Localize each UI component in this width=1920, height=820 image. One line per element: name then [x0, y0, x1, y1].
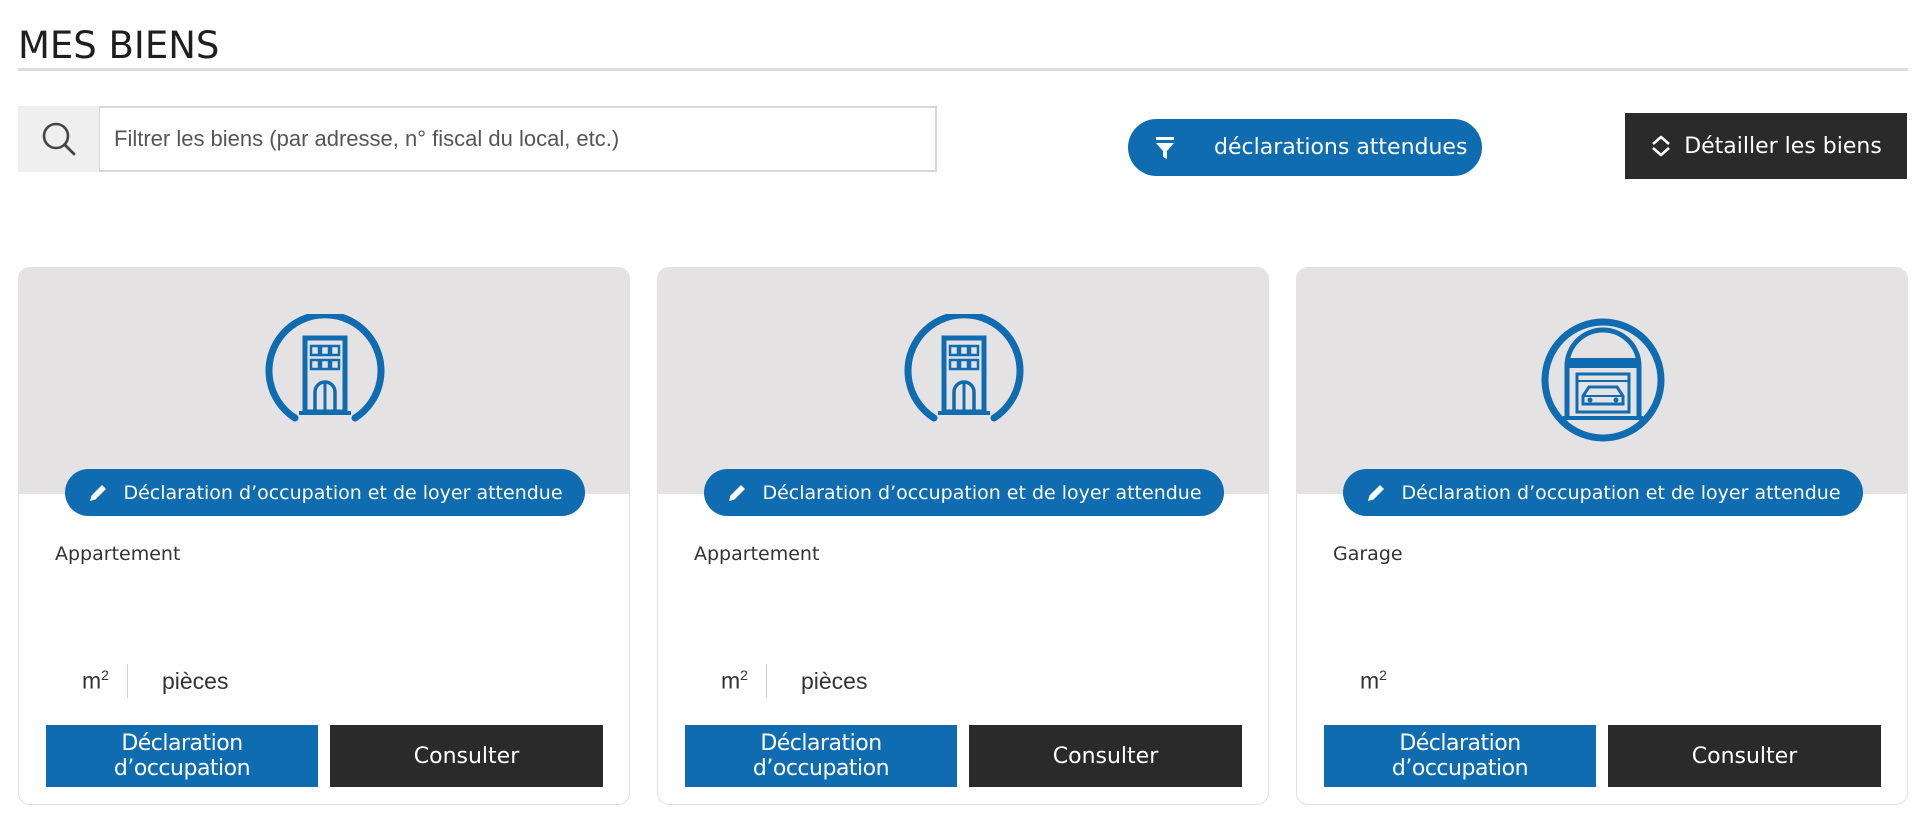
- search-icon[interactable]: [18, 106, 99, 172]
- property-card: Déclaration d’occupation et de loyer att…: [657, 267, 1269, 805]
- pencil-icon: [90, 484, 107, 501]
- badge-label: Déclaration d’occupation et de loyer att…: [762, 481, 1202, 504]
- metrics-divider: [765, 664, 767, 698]
- expected-declaration-badge[interactable]: Déclaration d’occupation et de loyer att…: [65, 469, 585, 516]
- apartment-building-icon: [904, 314, 1024, 422]
- detail-properties-button[interactable]: Détailler les biens: [1625, 113, 1907, 179]
- consult-button[interactable]: Consulter: [330, 725, 603, 787]
- area-unit: m2: [721, 667, 748, 694]
- metrics-divider: [126, 664, 128, 698]
- consult-button[interactable]: Consulter: [969, 725, 1242, 787]
- area-unit: m2: [82, 667, 109, 694]
- rooms-label: pièces: [161, 667, 229, 694]
- property-type: Appartement: [55, 543, 181, 565]
- apartment-building-icon: [265, 314, 385, 422]
- garage-car-icon: [1541, 318, 1665, 442]
- expand-chevrons-icon: [1652, 135, 1671, 157]
- property-metrics: m2 pièces: [721, 663, 867, 699]
- filter-funnel-icon: [1156, 136, 1174, 159]
- filter-expected-declarations-button[interactable]: déclarations attendues: [1128, 119, 1482, 176]
- property-metrics: m2 pièces: [82, 663, 228, 699]
- expected-declaration-badge[interactable]: Déclaration d’occupation et de loyer att…: [704, 469, 1224, 516]
- rooms-label: pièces: [800, 667, 868, 694]
- consult-button[interactable]: Consulter: [1608, 725, 1881, 787]
- pencil-icon: [729, 484, 746, 501]
- page: MES BIENS déclarations attendues Détaill…: [0, 0, 1920, 820]
- title-divider: [18, 68, 1908, 71]
- expected-declaration-badge[interactable]: Déclaration d’occupation et de loyer att…: [1343, 469, 1863, 516]
- badge-label: Déclaration d’occupation et de loyer att…: [1401, 481, 1841, 504]
- property-type: Garage: [1333, 543, 1403, 565]
- declaration-button[interactable]: Déclaration d’occupation: [1324, 725, 1596, 787]
- filter-label: déclarations attendues: [1214, 135, 1468, 160]
- property-card: Déclaration d’occupation et de loyer att…: [1296, 267, 1908, 805]
- search-bar: [18, 106, 937, 172]
- declaration-button[interactable]: Déclaration d’occupation: [46, 725, 318, 787]
- detail-label: Détailler les biens: [1684, 133, 1882, 159]
- property-card: Déclaration d’occupation et de loyer att…: [18, 267, 630, 805]
- pencil-icon: [1368, 484, 1385, 501]
- property-metrics: m2: [1360, 663, 1387, 699]
- search-input[interactable]: [99, 106, 937, 172]
- declaration-button[interactable]: Déclaration d’occupation: [685, 725, 957, 787]
- area-unit: m2: [1360, 667, 1387, 694]
- page-title: MES BIENS: [18, 24, 220, 67]
- badge-label: Déclaration d’occupation et de loyer att…: [123, 481, 563, 504]
- property-type: Appartement: [694, 543, 820, 565]
